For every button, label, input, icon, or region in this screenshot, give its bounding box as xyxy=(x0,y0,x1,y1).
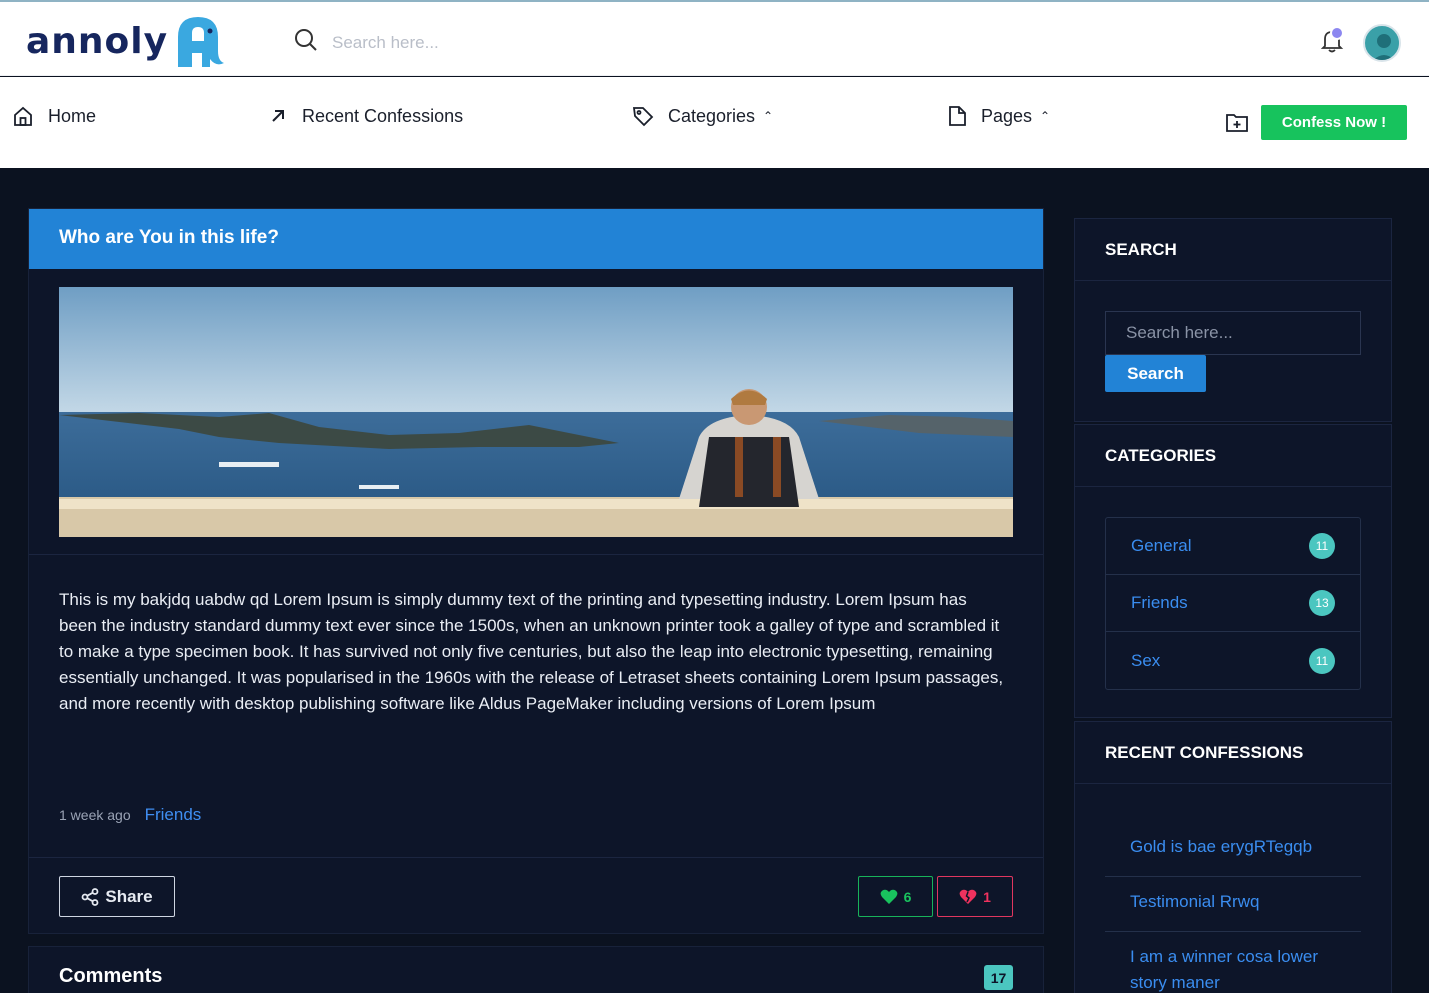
chevron-up-icon: ⌃ xyxy=(1040,109,1051,123)
comments-count-badge: 17 xyxy=(984,965,1013,990)
category-item[interactable]: Sex 11 xyxy=(1106,632,1360,689)
share-button[interactable]: Share xyxy=(59,876,175,917)
nav-recent-confessions[interactable]: Recent Confessions xyxy=(268,103,463,129)
nav-categories[interactable]: Categories ⌃ xyxy=(632,103,773,129)
nav-home-label: Home xyxy=(48,105,97,126)
share-icon xyxy=(81,887,99,906)
nav-categories-label: Categories xyxy=(668,105,756,126)
category-count-badge: 13 xyxy=(1309,590,1335,616)
category-count-badge: 11 xyxy=(1309,533,1335,559)
comments-card: Comments 17 xyxy=(28,946,1044,993)
avatar[interactable] xyxy=(1363,24,1401,62)
sidebar-search-button[interactable]: Search xyxy=(1105,355,1206,392)
dislike-count: 1 xyxy=(983,888,991,905)
category-name: Friends xyxy=(1131,593,1188,612)
dislike-button[interactable]: 1 xyxy=(937,876,1013,917)
divider xyxy=(29,554,1043,555)
logo[interactable]: annoly xyxy=(26,10,226,72)
recent-confession-link[interactable]: I am a winner cosa lower story maner xyxy=(1105,932,1361,993)
main-nav: Home Recent Confessions Categories ⌃ Pag… xyxy=(0,77,1429,168)
post-meta: 1 week ago Friends xyxy=(59,805,201,825)
share-label: Share xyxy=(105,886,153,906)
arrow-up-right-icon xyxy=(272,110,284,122)
nav-pages[interactable]: Pages ⌃ xyxy=(947,103,1050,129)
home-icon xyxy=(14,106,32,126)
category-name: General xyxy=(1131,536,1192,555)
sidebar-recent-card: RECENT CONFESSIONS Gold is bae erygRTegq… xyxy=(1074,721,1392,993)
chevron-up-icon: ⌃ xyxy=(763,109,774,123)
logo-text: annoly xyxy=(26,20,169,62)
confess-now-button[interactable]: Confess Now ! xyxy=(1261,105,1407,140)
folder-plus-icon[interactable] xyxy=(1226,112,1248,137)
post-category-link[interactable]: Friends xyxy=(145,805,202,825)
category-count-badge: 11 xyxy=(1309,647,1335,674)
like-count: 6 xyxy=(903,888,912,905)
sidebar-search-input[interactable] xyxy=(1105,311,1361,355)
post-time: 1 week ago xyxy=(59,807,131,823)
divider xyxy=(29,857,1043,858)
post-body: This is my bakjdq uabdw qd Lorem Ipsum i… xyxy=(59,590,1004,713)
elephant-logo-icon xyxy=(170,11,226,71)
category-name: Sex xyxy=(1131,650,1161,670)
sidebar-categories-title: CATEGORIES xyxy=(1075,425,1391,487)
search-icon[interactable] xyxy=(294,28,318,57)
header-search-input[interactable] xyxy=(332,32,632,53)
category-item[interactable]: Friends 13 xyxy=(1106,575,1360,632)
heart-icon xyxy=(880,889,897,904)
category-list: General 11 Friends 13 Sex 11 xyxy=(1105,517,1361,690)
post-title: Who are You in this life? xyxy=(29,209,1043,269)
post-image xyxy=(59,287,1013,537)
top-header: annoly xyxy=(0,0,1429,76)
category-item[interactable]: General 11 xyxy=(1106,518,1360,575)
nav-recent-label: Recent Confessions xyxy=(302,105,464,126)
header-search xyxy=(294,28,632,57)
comments-title: Comments xyxy=(59,965,163,987)
sidebar-recent-title: RECENT CONFESSIONS xyxy=(1075,722,1391,784)
tag-icon xyxy=(632,107,654,127)
nav-home[interactable]: Home xyxy=(12,103,96,129)
file-icon xyxy=(949,106,966,126)
broken-heart-icon xyxy=(959,889,977,904)
nav-pages-label: Pages xyxy=(981,105,1033,126)
recent-confessions-list: Gold is bae erygRTegqb Testimonial Rrwq … xyxy=(1105,822,1361,993)
notification-dot xyxy=(1330,26,1344,40)
sidebar-search-title: SEARCH xyxy=(1075,219,1391,281)
sidebar-categories-card: CATEGORIES General 11 Friends 13 Sex 11 xyxy=(1074,424,1392,718)
post-card: Who are You in this life? This is my bak… xyxy=(28,208,1044,934)
like-button[interactable]: 6 xyxy=(858,876,933,917)
sidebar-search-card: SEARCH Search xyxy=(1074,218,1392,422)
recent-confession-link[interactable]: Gold is bae erygRTegqb xyxy=(1105,822,1361,877)
recent-confession-link[interactable]: Testimonial Rrwq xyxy=(1105,877,1361,932)
